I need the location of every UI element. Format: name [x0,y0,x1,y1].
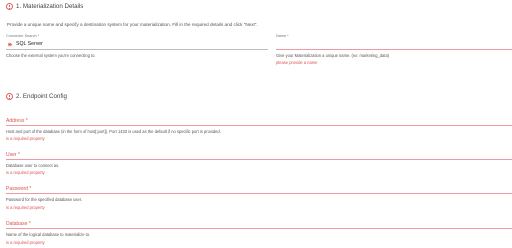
address-label: Address * [6,118,28,124]
password-error: is a required property [6,205,45,210]
password-label: Password * [6,186,32,192]
connector-search-underline [6,49,268,50]
section-title-materialization: 1. Materialization Details [16,3,84,10]
database-label: Database * [6,221,31,227]
user-label: User * [6,152,20,158]
password-input[interactable] [6,193,512,194]
name-label: Name * [276,34,289,38]
connector-search-input[interactable]: SQL Server [16,41,43,47]
section-intro: Provide a unique name and specify a dest… [7,22,258,27]
info-circle-icon [6,93,13,100]
name-error: please provide a name [276,60,318,65]
connector-search-label: Connector Search * [6,34,40,38]
user-help: Database user to connect as. [6,163,60,168]
name-underline [276,49,512,50]
section-title-endpoint-config: 2. Endpoint Config [16,93,67,100]
name-help: Give your Materialization a unique name.… [276,53,390,58]
database-help: Name of the logical database to material… [6,232,91,237]
address-input[interactable] [6,125,512,126]
info-circle-icon [6,3,13,10]
database-error: is a required property [6,240,45,245]
sqlserver-flag-icon [8,42,13,47]
database-input[interactable] [6,228,512,229]
user-input[interactable] [6,159,512,160]
connector-search-help: Choose the external system you're connec… [6,53,96,58]
address-error: is a required property [6,136,45,141]
password-help: Password for the specified database user… [6,197,83,202]
address-help: Host and port of the database (in the fo… [6,129,221,134]
user-error: is a required property [6,170,45,175]
name-input[interactable] [276,41,512,48]
